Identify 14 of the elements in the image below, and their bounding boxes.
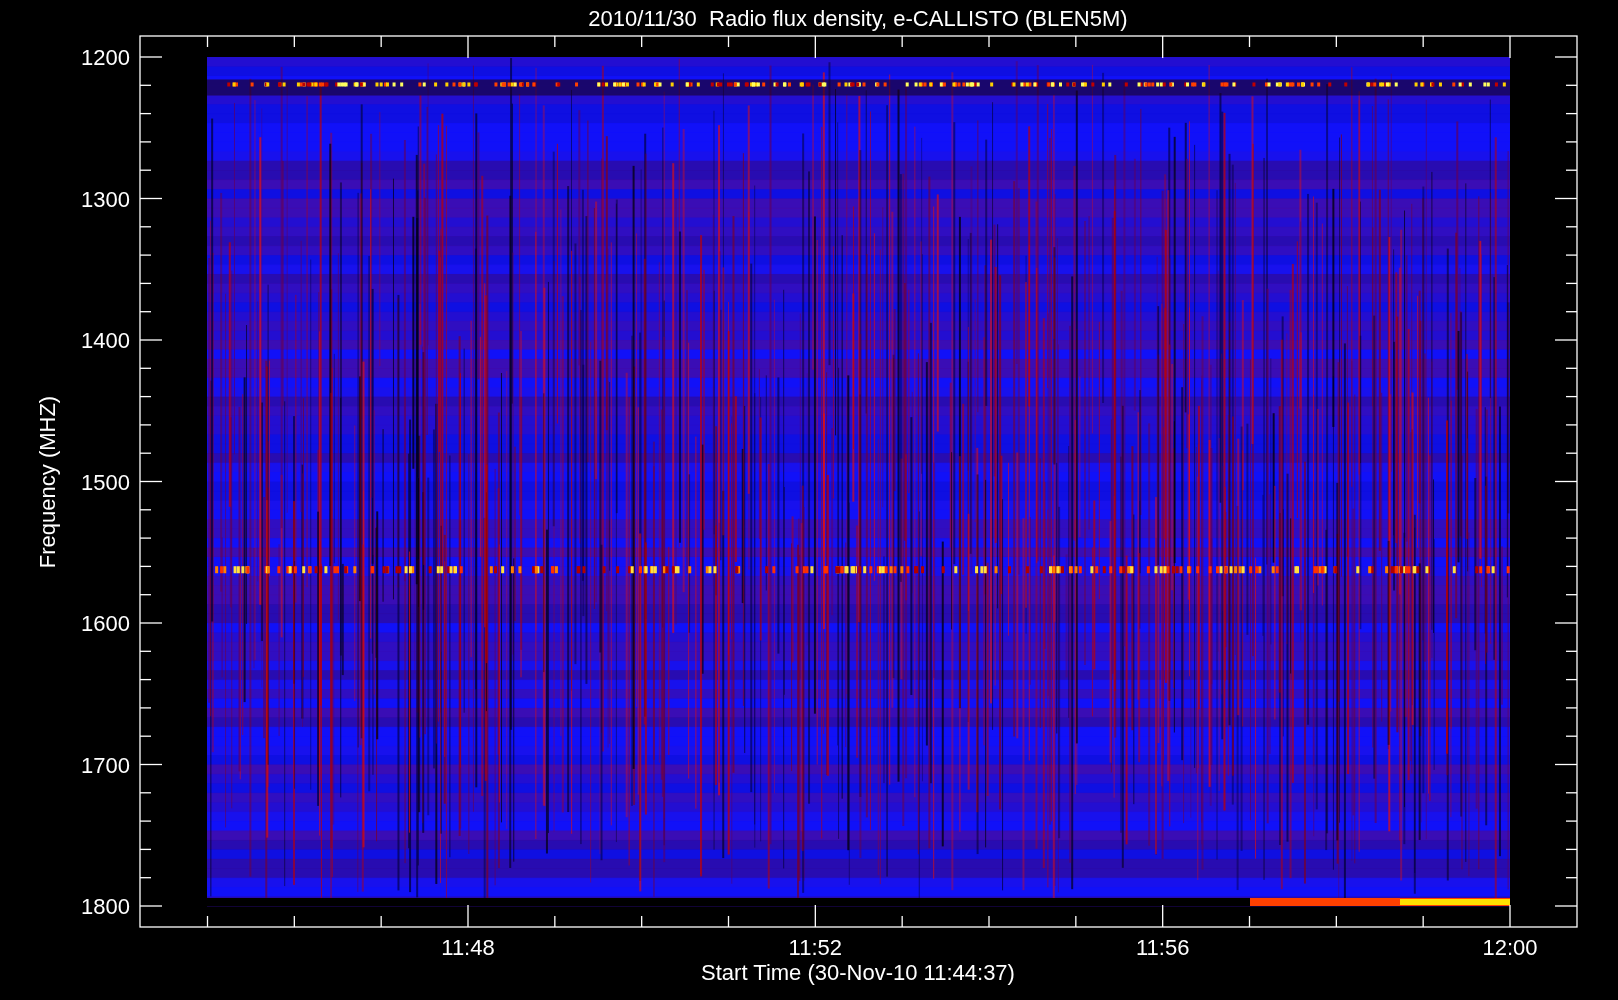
x-axis-label: Start Time (30-Nov-10 11:44:37) [701,960,1015,985]
tick-label: 1200 [81,45,130,70]
tick-label: 11:52 [788,935,843,960]
tick-label: 1500 [81,469,130,495]
tick-label: 12:00 [1482,935,1538,960]
tick-label: 1300 [81,186,130,212]
plot-title: 2010/11/30 Radio flux density, e-CALLISTO (BLEN5M) [588,6,1128,31]
tick-label: 1400 [81,328,130,353]
tick-label: 1600 [81,611,130,636]
tick-label: 1800 [81,894,130,919]
y-axis-label: Frequency (MHZ) [35,395,60,569]
tick-label: 11:48 [441,935,495,960]
tick-label: 1700 [81,752,130,778]
tick-label: 11:56 [1135,935,1190,960]
